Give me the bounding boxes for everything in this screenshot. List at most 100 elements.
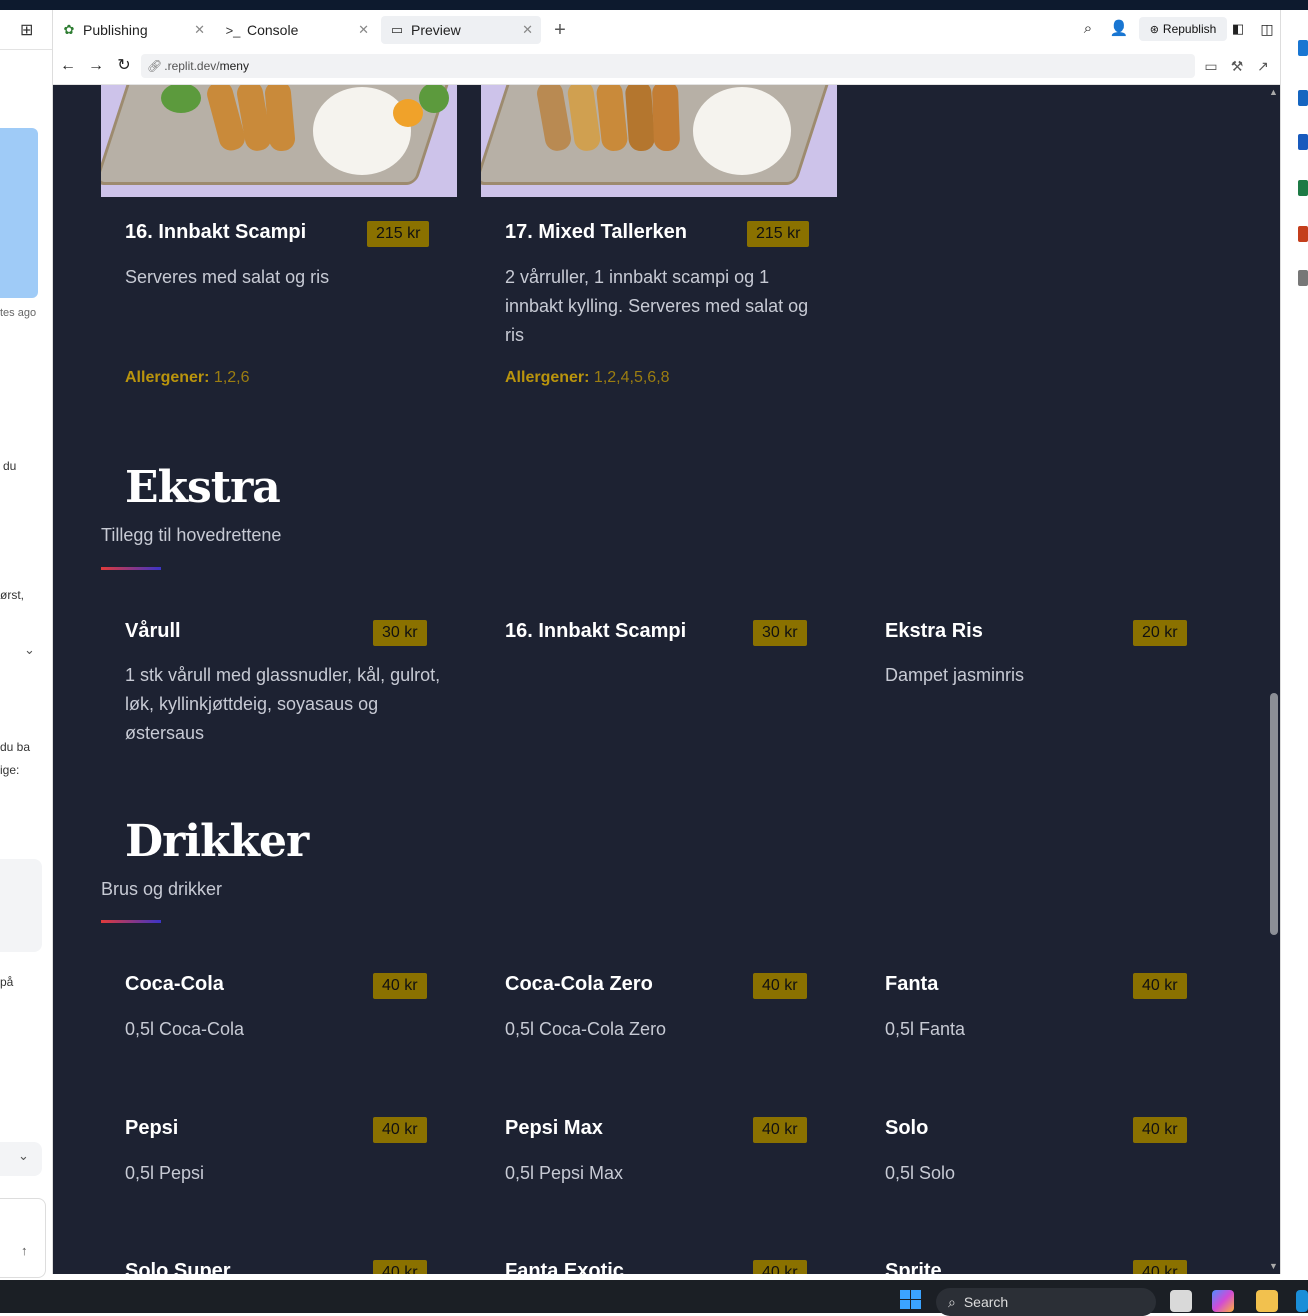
scrollbar-thumb[interactable]	[1270, 693, 1278, 935]
drink-name: Solo	[885, 1117, 929, 1139]
timestamp-text: tes ago	[0, 307, 37, 319]
tab-preview[interactable]: ▭ Preview ✕	[381, 16, 541, 44]
tab-label: Console	[247, 22, 299, 38]
section-subtitle: Brus og drikker	[101, 879, 223, 899]
forward-icon[interactable]: →	[85, 55, 107, 77]
dish-description: Serveres med salat og ris	[125, 267, 330, 287]
theme-toggle-icon[interactable]: ◧	[1227, 18, 1249, 40]
dish-fried-item	[624, 85, 656, 152]
tab-label: Preview	[411, 22, 461, 38]
price-badge: 40 kr	[1133, 1117, 1187, 1143]
add-tab-button[interactable]: +	[550, 16, 570, 44]
dish-name: 17. Mixed Tallerken	[505, 221, 687, 243]
tab-label: Publishing	[83, 22, 148, 38]
collapsible-section[interactable]: ⌄	[0, 1142, 42, 1176]
dish-rice	[693, 87, 791, 175]
allergen-label: Allergener:	[505, 369, 590, 386]
console-icon: >_	[225, 22, 241, 38]
devtools-wrench-icon[interactable]: ⚒	[1227, 56, 1247, 76]
dish-orange-slice	[393, 99, 423, 127]
allergen-values: 1,2,6	[209, 369, 250, 386]
link-icon: 🔗︎	[147, 59, 163, 73]
price-badge: 30 kr	[753, 620, 807, 646]
reload-icon[interactable]: ↻	[113, 55, 135, 77]
drink-description: 0,5l Coca-Cola	[125, 1019, 245, 1039]
tab-publishing[interactable]: ✿ Publishing ✕	[53, 16, 213, 44]
section-divider	[101, 567, 161, 570]
republish-label: Republish	[1162, 22, 1217, 36]
left-panel-header: ⊞	[0, 10, 52, 50]
dish-image-mixed-tallerken	[481, 85, 837, 197]
split-pane-icon[interactable]: ◫	[1256, 18, 1278, 40]
close-icon[interactable]: ✕	[358, 22, 369, 38]
dish-fried-item	[651, 85, 681, 152]
chevron-down-icon[interactable]: ⌄	[24, 642, 35, 658]
price-badge: 40 kr	[373, 973, 427, 999]
price-badge: 215 kr	[367, 221, 430, 247]
tab-bar: ✿ Publishing ✕ >_ Console ✕ ▭ Preview ✕ …	[53, 10, 1280, 48]
drink-description: 0,5l Solo	[885, 1163, 956, 1183]
browser-icon[interactable]	[1296, 1290, 1308, 1312]
chat-text: på	[0, 975, 14, 989]
chevron-down-icon[interactable]: ⌄	[18, 1148, 29, 1164]
copilot-icon[interactable]	[1212, 1290, 1234, 1312]
chat-text: du	[3, 459, 17, 473]
new-chat-icon[interactable]: ⊞	[20, 20, 33, 40]
file-explorer-icon[interactable]	[1256, 1290, 1278, 1312]
drink-description: 0,5l Pepsi	[125, 1163, 205, 1183]
app-icon[interactable]	[1298, 270, 1308, 286]
powerpoint-icon[interactable]	[1298, 226, 1308, 242]
scroll-down-arrow-icon[interactable]: ▼	[1269, 1261, 1278, 1271]
price-badge: 40 kr	[753, 1260, 807, 1274]
allergen-info: Allergener: 1,2,4,5,6,8	[505, 369, 670, 387]
outlook-icon[interactable]	[1298, 40, 1308, 56]
word-icon[interactable]	[1298, 134, 1308, 150]
section-title-ekstra: Ekstra	[125, 462, 281, 513]
task-view-icon[interactable]	[1170, 1290, 1192, 1312]
app-icon[interactable]	[1298, 90, 1308, 106]
dish-name: Vårull	[125, 620, 181, 642]
section-subtitle: Tillegg til hovedrettene	[101, 525, 282, 545]
scroll-up-arrow-icon[interactable]: ▲	[1269, 87, 1278, 97]
price-badge: 30 kr	[373, 620, 427, 646]
invite-user-icon[interactable]: 👤	[1108, 18, 1130, 40]
windows-start-icon[interactable]	[900, 1290, 922, 1310]
send-arrow-icon[interactable]: ↑	[21, 1243, 28, 1258]
search-label: Search	[963, 1294, 1009, 1310]
price-badge: 40 kr	[753, 1117, 807, 1143]
search-icon: ⌕	[948, 1293, 956, 1310]
scrollbar[interactable]: ▲ ▼	[1266, 85, 1280, 1274]
drink-name: Coca-Cola Zero	[505, 973, 653, 995]
right-app-strip	[1286, 10, 1308, 1280]
dish-description: 2 vårruller, 1 innbakt scampi og 1 innba…	[505, 267, 809, 345]
close-icon[interactable]: ✕	[194, 22, 205, 38]
dish-image-innbakt-scampi	[101, 85, 457, 197]
left-panel: ⊞ tes ago du ørst, ⌄ du ba ige: på ⌄ ↑	[0, 10, 52, 1280]
allergen-values: 1,2,4,5,6,8	[589, 369, 670, 386]
message-bubble	[0, 128, 38, 298]
dish-name: 16. Innbakt Scampi	[505, 620, 687, 642]
price-badge: 20 kr	[1133, 620, 1187, 646]
desktop-wallpaper-strip	[0, 0, 1308, 10]
chat-input[interactable]: ↑	[0, 1198, 46, 1278]
price-badge: 215 kr	[747, 221, 810, 247]
dish-fried-item	[263, 85, 297, 152]
devices-icon[interactable]: ▭	[1201, 56, 1221, 76]
close-icon[interactable]: ✕	[522, 22, 533, 38]
drink-name: Fanta Exotic	[505, 1260, 624, 1274]
open-external-icon[interactable]: ↗	[1253, 56, 1273, 76]
search-icon[interactable]: ⌕	[1077, 18, 1099, 40]
drink-name: Sprite	[885, 1260, 942, 1274]
url-field[interactable]: 🔗︎ .replit.dev/ meny	[141, 54, 1195, 78]
dish-rice	[313, 87, 411, 175]
excel-icon[interactable]	[1298, 180, 1308, 196]
price-badge: 40 kr	[373, 1260, 427, 1274]
chat-text: ige:	[0, 763, 20, 777]
back-icon[interactable]: ←	[57, 55, 79, 77]
drink-name: Solo Super	[125, 1260, 231, 1274]
menu-page: 16. Innbakt Scampi 215 kr Serveres med s…	[53, 85, 1266, 1274]
taskbar-search[interactable]: ⌕ Search	[936, 1288, 1156, 1316]
republish-button[interactable]: ⊛ Republish	[1139, 17, 1227, 41]
tab-console[interactable]: >_ Console ✕	[217, 16, 377, 44]
drink-name: Pepsi	[125, 1117, 179, 1139]
